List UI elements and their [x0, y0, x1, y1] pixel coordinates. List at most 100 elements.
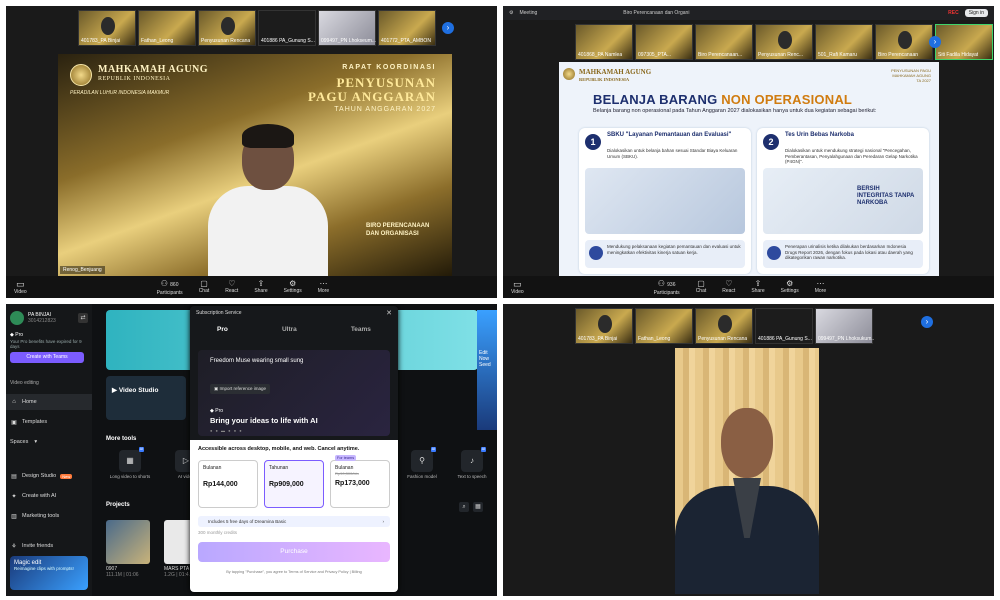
participant-name: Penyusunan Rencana	[698, 336, 748, 342]
grid-view-icon[interactable]: ▦	[473, 502, 483, 512]
create-with-teams-button[interactable]: Create with Teams	[10, 352, 84, 363]
video-studio-card[interactable]: ▶ Video Studio	[106, 376, 186, 420]
more-button[interactable]: ⋯ More	[318, 279, 329, 296]
participant-name: 401783_PA Binjai	[578, 336, 618, 342]
marketing-icon: ▥	[11, 513, 17, 520]
dreamina-offer[interactable]: Includes 5 free days of Dreamina Basic ›	[198, 516, 390, 527]
design-icon: ▤	[11, 473, 17, 480]
card-number: 1	[585, 134, 601, 150]
settings-icon[interactable]: ⚙	[509, 10, 513, 16]
capcut-window: PA BINJAI 3014212823 ⇄ ◆ Pro Your Pro be…	[6, 304, 497, 596]
participant-tile[interactable]: Fathan_Leong	[635, 308, 693, 344]
purchase-button[interactable]: Purchase	[198, 542, 390, 562]
plan-option-selected[interactable]: Tahunan Rp909,000	[264, 460, 324, 508]
video-button[interactable]: ▭ Video	[14, 279, 27, 295]
participant-strip: 401783_PA Binjai Fathan_Leong Penyusunan…	[78, 10, 436, 46]
share-button[interactable]: ⇪ Share	[751, 279, 764, 296]
card-title: Tes Urin Bebas Narkoba	[785, 132, 854, 138]
participant-tile[interactable]: Biro Perencanaan	[875, 24, 933, 60]
share-label: Share	[751, 287, 765, 294]
react-button[interactable]: ♡ React	[225, 279, 238, 296]
chat-label: Chat	[695, 287, 707, 294]
more-button[interactable]: ⋯ More	[815, 279, 826, 296]
pro-expired-note: Your Pro benefits have expired for 9 day…	[10, 339, 82, 349]
share-button[interactable]: ⇪ Share	[254, 279, 267, 296]
participant-tile[interactable]: Penyusunan Rencana	[198, 10, 256, 46]
participant-tile[interactable]: Biro Perencanaan...	[695, 24, 753, 60]
settings-button[interactable]: ⚙ Settings	[781, 279, 799, 296]
chat-button[interactable]: ▢ Chat	[199, 279, 210, 296]
participant-tile[interactable]: 401886 PA_Gunung S...	[755, 308, 813, 344]
participants-icon: ⚇ 860	[160, 278, 179, 288]
pro-tag: ◆ Pro	[10, 332, 24, 338]
plan-panel: Accessible across desktop, mobile, and w…	[190, 440, 398, 592]
participant-tile[interactable]: 401868_PA Namlea	[575, 24, 633, 60]
sign-in-button[interactable]: Sign in	[964, 9, 988, 17]
participant-tile-active[interactable]: Siti Fadila Hidayat	[935, 24, 993, 60]
participant-name: 401886 PA_Gunung S...	[758, 336, 812, 342]
nav-templates[interactable]: ▣ Templates	[6, 414, 92, 430]
chat-button[interactable]: ▢ Chat	[696, 279, 707, 296]
project-thumbnail[interactable]	[106, 520, 150, 564]
speaker-video	[208, 122, 328, 278]
participant-tile[interactable]: 401772_PTA_AMBON	[378, 10, 436, 46]
monitoring-illustration	[585, 168, 745, 234]
carousel-dots[interactable]: ● ● ▬ ● ● ●	[210, 428, 243, 433]
participant-tile[interactable]: 097305_PTA...	[635, 24, 693, 60]
participant-name: Biro Perencanaan...	[698, 52, 743, 58]
tool-fashion-model[interactable]: ⚲ AI Fashion model	[398, 447, 446, 490]
nav-home[interactable]: ⌂ Home	[6, 394, 92, 410]
next-page-icon[interactable]: ›	[442, 22, 454, 34]
settings-button[interactable]: ⚙ Settings	[284, 279, 302, 296]
next-page-icon[interactable]: ›	[921, 316, 933, 328]
video-button[interactable]: ▭ Video	[511, 279, 524, 295]
next-page-icon[interactable]: ›	[929, 36, 941, 48]
participant-tile[interactable]: 401783_PA Binjai	[78, 10, 136, 46]
zoom-meeting-window-4: 401783_PA Binjai Fathan_Leong Penyusunan…	[503, 304, 994, 596]
nav-spaces[interactable]: Spaces ▾	[6, 434, 92, 450]
switch-icon[interactable]: ⇄	[78, 313, 88, 323]
participant-tile[interactable]: 099497_PN Lhokseum...	[318, 10, 376, 46]
search-icon[interactable]: ⌕	[459, 502, 469, 512]
participant-tile[interactable]: 401886 PA_Gunung S...	[258, 10, 316, 46]
project-info: MARS PTA 1.2G | 01:4...	[164, 566, 193, 578]
tool-long-video[interactable]: ▦ AI Long video to shorts	[106, 447, 154, 490]
video-label: Video	[14, 288, 27, 295]
nav-label: Templates	[22, 419, 48, 425]
tool-text-to-speech[interactable]: ♪ AI Text to speech	[448, 447, 496, 490]
slide-header-main: MAHKAMAH AGUNG	[579, 68, 652, 76]
tab-ultra[interactable]: Ultra	[282, 326, 297, 333]
react-button[interactable]: ♡ React	[722, 279, 735, 296]
workspace-id: 3014212823	[28, 318, 56, 324]
participants-icon: ⚇ 936	[657, 278, 676, 288]
participants-button[interactable]: ⚇ 860 Participants	[157, 279, 183, 296]
slide-description: Belanja barang non operasional pada Tahu…	[593, 108, 877, 114]
projects-heading: Projects	[106, 502, 130, 508]
nav-design-studio[interactable]: ▤ Design Studio New	[6, 468, 92, 484]
plan-option[interactable]: Bulanan Rp144,000	[198, 460, 258, 508]
participant-tile[interactable]: Fathan_Leong	[138, 10, 196, 46]
nav-label: Design Studio	[22, 473, 57, 479]
tab-pro[interactable]: Pro	[217, 326, 228, 333]
nav-create-ai[interactable]: ✦ Create with AI	[6, 488, 92, 504]
close-icon[interactable]: ✕	[386, 309, 392, 317]
card-footer-text: Mendukung pelaksanaan kegiatan pemantaua…	[607, 244, 741, 255]
card-footer: Penerapan urinalisis ketika dilakukan be…	[763, 240, 923, 268]
participants-button[interactable]: ⚇ 936 Participants	[654, 279, 680, 296]
participant-tile[interactable]: 501_Rafi Kamaru	[815, 24, 873, 60]
participant-tile[interactable]: 401783_PA Binjai	[575, 308, 633, 344]
participant-tile[interactable]: 099497_PN Lhoksukum...	[815, 308, 874, 344]
slide-header-sub: REPUBLIK INDONESIA	[579, 77, 630, 82]
plan-option[interactable]: For teams Bulanan Rp90,300/bln Rp173,000	[330, 455, 390, 508]
participant-tile[interactable]: Penyusunan Rencana	[695, 308, 753, 344]
magic-edit-promo[interactable]: Magic edit Reimagine clips with prompts!	[10, 556, 88, 590]
side-promo[interactable]: Edit Now Seed	[477, 310, 497, 430]
promo-subtitle: Reimagine clips with prompts!	[14, 566, 74, 571]
browser-tab[interactable]: Meeting	[519, 10, 537, 16]
workspace-switcher[interactable]: PA BINJAI 3014212823 ⇄	[10, 308, 88, 328]
nav-marketing-tools[interactable]: ▥ Marketing tools	[6, 508, 92, 524]
nav-invite-friends[interactable]: ⚘ Invite friends	[6, 538, 92, 554]
participant-tile[interactable]: Penyusunan Renc...	[755, 24, 813, 60]
tab-teams[interactable]: Teams	[351, 326, 371, 333]
import-reference-button[interactable]: ▣ Import reference image	[210, 384, 271, 394]
